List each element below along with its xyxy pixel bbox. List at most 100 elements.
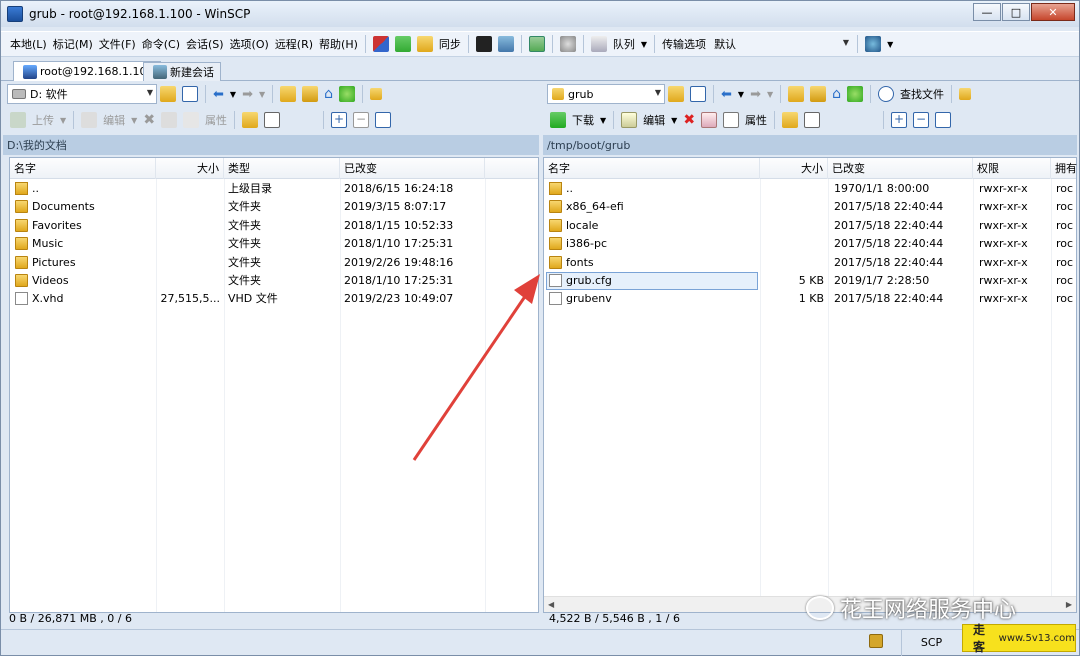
- chevron-down-icon[interactable]: ▼: [764, 90, 776, 99]
- filter-icon[interactable]: [375, 112, 392, 128]
- properties-button[interactable]: 属性: [742, 112, 770, 128]
- col-name[interactable]: 名字: [10, 158, 156, 179]
- tab-session[interactable]: root@192.168.1.100: [13, 61, 161, 81]
- menu-remote[interactable]: 远程(R): [272, 36, 316, 52]
- minimize-button[interactable]: —: [973, 3, 1001, 21]
- edit-icon[interactable]: [81, 112, 98, 128]
- queue-label[interactable]: 队列: [610, 36, 638, 52]
- edit-button[interactable]: 编辑: [640, 112, 668, 128]
- properties-icon[interactable]: [183, 112, 200, 128]
- lock-icon[interactable]: [869, 634, 883, 648]
- globe-icon[interactable]: [865, 36, 882, 52]
- table-row[interactable]: grubenv 1 KB 2017/5/18 22:40:44 rwxr-xr-x ro…: [544, 290, 1076, 308]
- edit-button[interactable]: 编辑: [100, 112, 128, 128]
- unselect-icon[interactable]: −: [353, 112, 370, 128]
- col-changed[interactable]: 已改变: [828, 158, 973, 179]
- table-row[interactable]: Documents 文件夹 2019/3/15 8:07:17: [10, 198, 538, 216]
- table-row[interactable]: .. 1970/1/1 8:00:00 rwxr-xr-x roc: [544, 180, 1076, 198]
- upload-button[interactable]: 上传: [29, 112, 57, 128]
- chevron-down-icon[interactable]: ▼: [735, 90, 747, 99]
- refresh-icon[interactable]: [847, 86, 864, 102]
- col-owner[interactable]: 拥有: [1051, 158, 1080, 179]
- chevron-down-icon[interactable]: ▼: [597, 116, 609, 125]
- preferences-icon[interactable]: [528, 36, 545, 52]
- table-row[interactable]: fonts 2017/5/18 22:40:44 rwxr-xr-x roc: [544, 254, 1076, 272]
- sync-browse-icon[interactable]: [394, 36, 411, 52]
- back-arrow-icon[interactable]: ⬅: [718, 87, 735, 102]
- root-dir-icon[interactable]: [810, 86, 827, 102]
- menu-file[interactable]: 文件(F): [96, 36, 139, 52]
- select-icon[interactable]: +: [331, 112, 348, 128]
- home-icon[interactable]: ⌂: [829, 86, 844, 102]
- col-changed[interactable]: 已改变: [340, 158, 485, 179]
- properties-button[interactable]: 属性: [202, 112, 230, 128]
- table-row[interactable]: Videos 文件夹 2018/1/10 17:25:31: [10, 272, 538, 290]
- new-folder-icon[interactable]: [782, 112, 799, 128]
- tab-new-session[interactable]: 新建会话: [143, 62, 221, 81]
- transfer-options-select[interactable]: 默认 ▼: [709, 34, 854, 54]
- close-button[interactable]: ✕: [1031, 3, 1075, 21]
- chevron-down-icon[interactable]: ▼: [638, 40, 650, 49]
- table-row[interactable]: Favorites 文件夹 2018/1/15 10:52:33: [10, 217, 538, 235]
- new-file-icon[interactable]: [264, 112, 281, 128]
- find-files-button[interactable]: 查找文件: [897, 86, 947, 102]
- queue-icon[interactable]: [590, 36, 607, 52]
- tree-icon[interactable]: [370, 88, 383, 100]
- delete-icon[interactable]: ✖: [680, 112, 698, 128]
- chevron-down-icon[interactable]: ▼: [256, 90, 268, 99]
- local-drive-select[interactable]: D: 软件 ▼: [7, 84, 157, 104]
- gear-icon[interactable]: [559, 36, 576, 52]
- maximize-button[interactable]: □: [1002, 3, 1030, 21]
- parent-dir-icon[interactable]: [788, 86, 805, 102]
- col-name[interactable]: 名字: [544, 158, 760, 179]
- table-row[interactable]: locale 2017/5/18 22:40:44 rwxr-xr-x roc: [544, 217, 1076, 235]
- chevron-down-icon[interactable]: ▼: [57, 116, 69, 125]
- table-row[interactable]: x86_64-efi 2017/5/18 22:40:44 rwxr-xr-x roc: [544, 198, 1076, 216]
- new-file-icon[interactable]: [804, 112, 821, 128]
- chevron-down-icon[interactable]: ▼: [668, 116, 680, 125]
- remote-dir-select[interactable]: grub ▼: [547, 84, 665, 104]
- sync-icon[interactable]: [416, 36, 433, 52]
- filter-icon[interactable]: [690, 86, 706, 102]
- col-type[interactable]: 类型: [224, 158, 340, 179]
- table-row[interactable]: X.vhd 27,515,5... VHD 文件 2019/2/23 10:49:07: [10, 290, 538, 308]
- menu-commands[interactable]: 命令(C): [139, 36, 183, 52]
- table-row[interactable]: .. 上级目录 2018/6/15 16:24:18: [10, 180, 538, 198]
- menu-local[interactable]: 本地(L): [7, 36, 50, 52]
- local-file-list[interactable]: 名字 大小 类型 已改变 .. 上级目录 2018/6/15 16:24:18 Doc…: [9, 157, 539, 613]
- table-row[interactable]: Music 文件夹 2018/1/10 17:25:31: [10, 235, 538, 253]
- menu-mark[interactable]: 标记(M): [50, 36, 96, 52]
- sync-label[interactable]: 同步: [436, 36, 464, 52]
- scroll-right-icon[interactable]: ▶: [1066, 600, 1072, 609]
- home-icon[interactable]: ⌂: [321, 86, 336, 102]
- forward-arrow-icon[interactable]: ➡: [239, 87, 256, 102]
- scroll-left-icon[interactable]: ◀: [548, 600, 554, 609]
- menu-session[interactable]: 会话(S): [183, 36, 227, 52]
- rename-icon[interactable]: [161, 112, 178, 128]
- putty-icon[interactable]: [497, 36, 514, 52]
- tree-icon[interactable]: [959, 88, 972, 100]
- menu-options[interactable]: 选项(O): [227, 36, 272, 52]
- parent-dir-icon[interactable]: [280, 86, 297, 102]
- refresh-icon[interactable]: [339, 86, 356, 102]
- chevron-down-icon[interactable]: ▼: [128, 116, 140, 125]
- open-folder-icon[interactable]: [160, 86, 176, 102]
- menu-help[interactable]: 帮助(H): [316, 36, 361, 52]
- col-rights[interactable]: 权限: [973, 158, 1051, 179]
- chevron-down-icon[interactable]: ▼: [227, 90, 239, 99]
- forward-arrow-icon[interactable]: ➡: [747, 87, 764, 102]
- new-folder-icon[interactable]: [242, 112, 259, 128]
- compare-dirs-icon[interactable]: [372, 36, 389, 52]
- delete-icon[interactable]: ✖: [140, 112, 158, 128]
- unselect-icon[interactable]: −: [913, 112, 930, 128]
- properties-icon[interactable]: [723, 112, 740, 128]
- root-dir-icon[interactable]: [302, 86, 319, 102]
- chevron-down-icon[interactable]: ▼: [884, 40, 896, 49]
- table-row[interactable]: i386-pc 2017/5/18 22:40:44 rwxr-xr-x roc: [544, 235, 1076, 253]
- console-icon[interactable]: [475, 36, 492, 52]
- col-size[interactable]: 大小: [760, 158, 828, 179]
- download-icon[interactable]: [550, 112, 566, 128]
- rename-icon[interactable]: [701, 112, 718, 128]
- col-size[interactable]: 大小: [156, 158, 224, 179]
- filter-icon[interactable]: [182, 86, 198, 102]
